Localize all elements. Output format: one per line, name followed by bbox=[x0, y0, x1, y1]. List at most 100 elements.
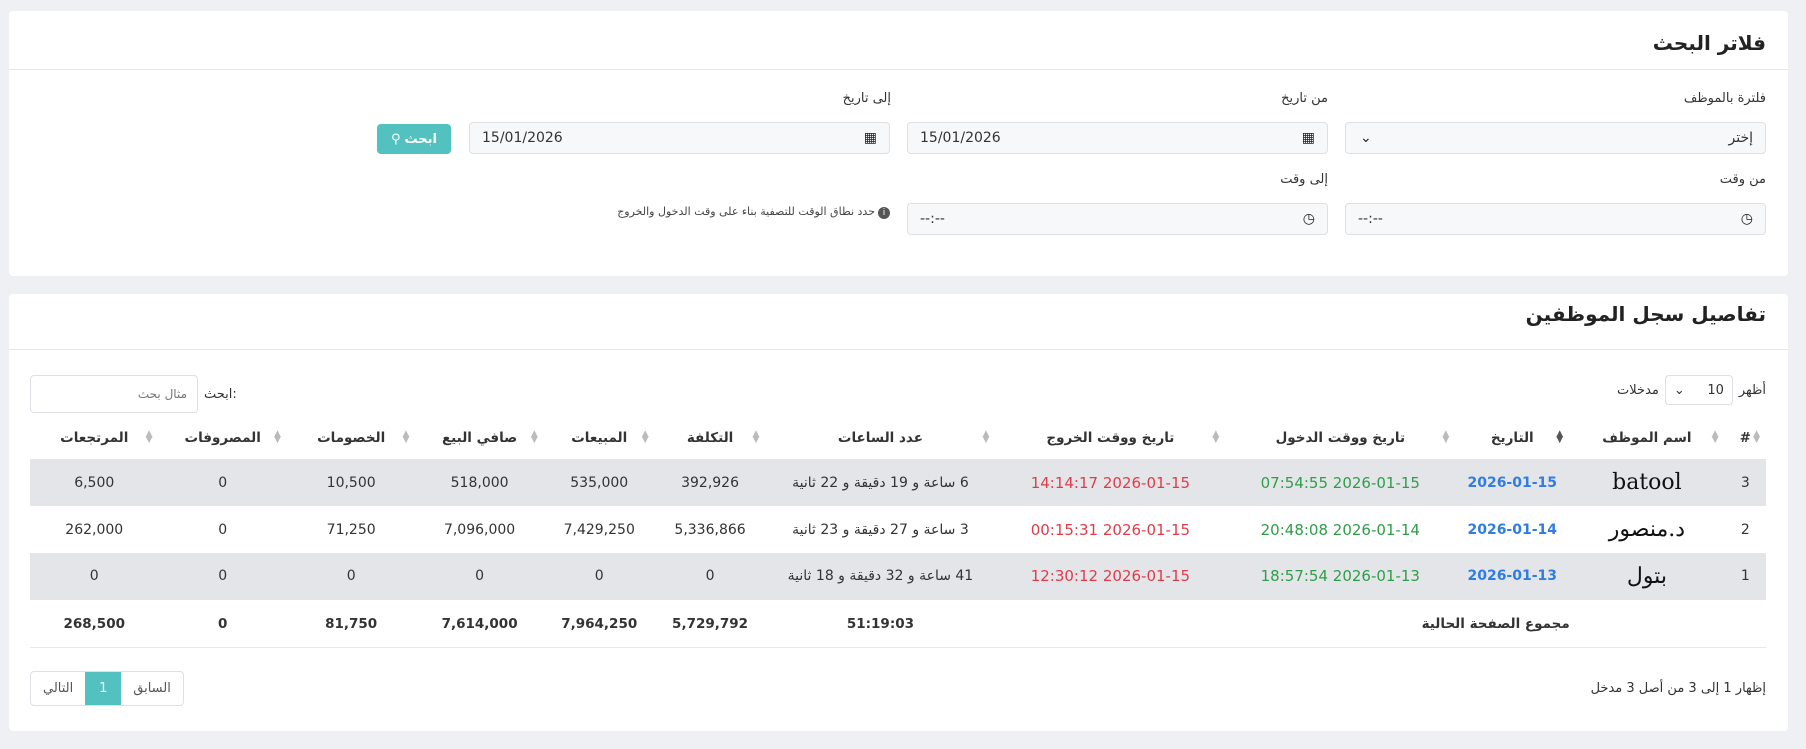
table-header-row: # ▲ ▼ اسم الموظف ▲ ▼ التاريخ ▲ ▼ تاريخ ووقت ال… bbox=[30, 417, 1766, 459]
cost: 392,926 bbox=[654, 459, 766, 506]
from-date-input[interactable]: 15/01/2026 ▦ bbox=[907, 122, 1328, 154]
column-header[interactable]: عدد الساعات ▲ ▼ bbox=[765, 417, 995, 459]
footer-sales: 7,964,250 bbox=[543, 599, 655, 648]
hours-worked: 41 ساعة و 32 دقيقة و 18 ثانية bbox=[765, 553, 996, 600]
from-time-label: من وقت bbox=[1719, 172, 1766, 187]
row-number: 1 bbox=[1724, 553, 1766, 600]
expenses: 0 bbox=[158, 553, 287, 600]
column-header[interactable]: المصروفات ▲ ▼ bbox=[159, 417, 287, 459]
row-number: 2 bbox=[1740, 521, 1750, 538]
employee-log-card: تفاصيل سجل الموظفين أظهر ⌄ 10 مدخلات ابح… bbox=[9, 294, 1788, 731]
table-search-label: ابحث: bbox=[204, 386, 237, 402]
employee-name: batool bbox=[1569, 459, 1725, 506]
footer-discounts: 81,750 bbox=[286, 599, 416, 648]
check-in-time: 2026-01-13 18:57:54 bbox=[1225, 553, 1456, 600]
to-date-label: إلى تاريخ bbox=[842, 91, 891, 106]
discounts: 0 bbox=[286, 553, 416, 600]
pagination: التالي 1 السابق bbox=[30, 671, 184, 706]
employee-select[interactable]: إختر ⌄ bbox=[1345, 122, 1766, 154]
to-time-value: --:-- bbox=[920, 211, 945, 227]
cost: 0 bbox=[654, 553, 766, 600]
column-header[interactable]: التكلفة ▲ ▼ bbox=[655, 417, 766, 459]
from-time-input[interactable]: --:-- ◷ bbox=[1345, 203, 1766, 235]
date-link[interactable]: 2026-01-14 bbox=[1455, 506, 1569, 553]
sort-icon: ▲ ▼ bbox=[274, 429, 281, 445]
prev-page-button[interactable]: السابق bbox=[121, 672, 183, 705]
footer-cost: 5,729,792 bbox=[654, 599, 766, 648]
filters-card: فلاتر البحث فلترة بالموظف إختر ⌄ من تاري… bbox=[9, 11, 1788, 276]
next-page-button[interactable]: التالي bbox=[31, 672, 85, 705]
cost: 5,336,866 bbox=[674, 521, 746, 538]
row-number: 3 bbox=[1724, 459, 1766, 506]
table-info: إظهار 1 إلى 3 من أصل 3 مدخل bbox=[1590, 681, 1766, 696]
date-link[interactable]: 2026-01-15 bbox=[1455, 459, 1570, 506]
sales: 0 bbox=[543, 553, 655, 600]
column-header[interactable]: الخصومات ▲ ▼ bbox=[287, 417, 415, 459]
from-date-label: من تاريخ bbox=[1281, 91, 1328, 106]
expenses: 0 bbox=[158, 459, 287, 506]
check-out-time: 2026-01-15 14:14:17 bbox=[995, 459, 1226, 506]
employee-name: بتول bbox=[1569, 553, 1725, 600]
sort-icon: ▲ ▼ bbox=[1753, 429, 1760, 445]
employee-select-value: إختر bbox=[1728, 130, 1754, 146]
chevron-down-icon: ⌄ bbox=[1360, 130, 1372, 146]
page-size-value: 10 bbox=[1707, 382, 1724, 398]
sales: 535,000 bbox=[543, 459, 655, 506]
hours-worked: 6 ساعة و 19 دقيقة و 22 ثانية bbox=[765, 459, 996, 506]
column-header[interactable]: المبيعات ▲ ▼ bbox=[544, 417, 655, 459]
column-header[interactable]: # ▲ ▼ bbox=[1725, 417, 1766, 459]
to-date-value: 15/01/2026 bbox=[482, 130, 563, 146]
chevron-down-icon: ⌄ bbox=[1673, 382, 1685, 398]
check-out-time: 2026-01-15 12:30:12 bbox=[995, 553, 1226, 600]
column-header[interactable]: اسم الموظف ▲ ▼ bbox=[1569, 417, 1724, 459]
column-header[interactable]: التاريخ ▲ ▼ bbox=[1455, 417, 1569, 459]
calendar-icon: ▦ bbox=[1301, 130, 1315, 146]
footer-expenses: 0 bbox=[158, 599, 287, 648]
column-header[interactable]: تاريخ ووقت الخروج ▲ ▼ bbox=[995, 417, 1225, 459]
sort-icon: ▲ ▼ bbox=[402, 429, 410, 445]
date-link[interactable]: 2026-01-13 bbox=[1455, 553, 1570, 600]
calendar-icon: ▦ bbox=[863, 130, 877, 146]
entries-label: مدخلات bbox=[1617, 382, 1659, 398]
expenses: 0 bbox=[218, 521, 228, 538]
time-hint: iحدد نطاق الوقت للتصفية بناء على وقت الد… bbox=[617, 205, 890, 219]
to-date-input[interactable]: 15/01/2026 ▦ bbox=[469, 122, 890, 154]
check-in-time: 2026-01-15 07:54:55 bbox=[1225, 459, 1456, 506]
table-row: 1 بتول 2026-01-13 2026-01-13 18:57:54 20… bbox=[30, 553, 1766, 600]
sort-icon: ▲ ▼ bbox=[1442, 429, 1450, 445]
column-header[interactable]: المرتجعات ▲ ▼ bbox=[30, 417, 159, 459]
table-row: 3 batool 2026-01-15 2026-01-15 07:54:55 … bbox=[30, 459, 1766, 506]
column-header[interactable]: تاريخ ووقت الدخول ▲ ▼ bbox=[1225, 417, 1455, 459]
net-sales: 7,096,000 bbox=[443, 521, 516, 538]
column-header[interactable]: صافي البيع ▲ ▼ bbox=[415, 417, 543, 459]
sort-icon: ▲ ▼ bbox=[982, 429, 990, 445]
page-size-select[interactable]: ⌄ 10 bbox=[1664, 375, 1733, 405]
discounts: 10,500 bbox=[286, 459, 416, 506]
to-time-input[interactable]: --:-- ◷ bbox=[907, 203, 1328, 235]
divider bbox=[9, 69, 1788, 70]
from-date-value: 15/01/2026 bbox=[920, 130, 1001, 146]
check-in-time: 2026-01-14 20:48:08 bbox=[1260, 520, 1420, 539]
returns: 0 bbox=[30, 553, 159, 600]
page-1-button[interactable]: 1 bbox=[85, 672, 122, 705]
employee-log-table: # ▲ ▼ اسم الموظف ▲ ▼ التاريخ ▲ ▼ تاريخ ووقت ال… bbox=[30, 417, 1766, 648]
filters-title: فلاتر البحث bbox=[1652, 31, 1766, 55]
footer-returns: 268,500 bbox=[30, 599, 159, 648]
check-out-time: 2026-01-15 00:15:31 bbox=[1030, 520, 1191, 539]
sales: 7,429,250 bbox=[563, 521, 635, 538]
table-row: 2 د.منصور 2026-01-14 2026-01-14 20:48:08… bbox=[30, 506, 1766, 553]
table-search: ابحث: bbox=[30, 375, 237, 413]
sort-icon: ▲ ▼ bbox=[1556, 429, 1564, 445]
footer-hours: 51:19:03 bbox=[765, 599, 996, 648]
search-button[interactable]: ابحث ⚲ bbox=[377, 124, 451, 154]
table-search-input[interactable] bbox=[30, 375, 198, 413]
page: فلاتر البحث فلترة بالموظف إختر ⌄ من تاري… bbox=[0, 0, 1806, 749]
divider bbox=[9, 349, 1788, 350]
page-size-control: أظهر ⌄ 10 مدخلات bbox=[1617, 375, 1766, 405]
employee-name: د.منصور bbox=[1608, 517, 1686, 542]
to-time-label: إلى وقت bbox=[1280, 172, 1328, 187]
info-icon: i bbox=[878, 207, 890, 219]
footer-label: مجموع الصفحة الحالية bbox=[1225, 599, 1766, 648]
table-footer-row: مجموع الصفحة الحالية 51:19:03 5,729,792 … bbox=[30, 599, 1766, 648]
discounts: 71,250 bbox=[326, 521, 376, 538]
